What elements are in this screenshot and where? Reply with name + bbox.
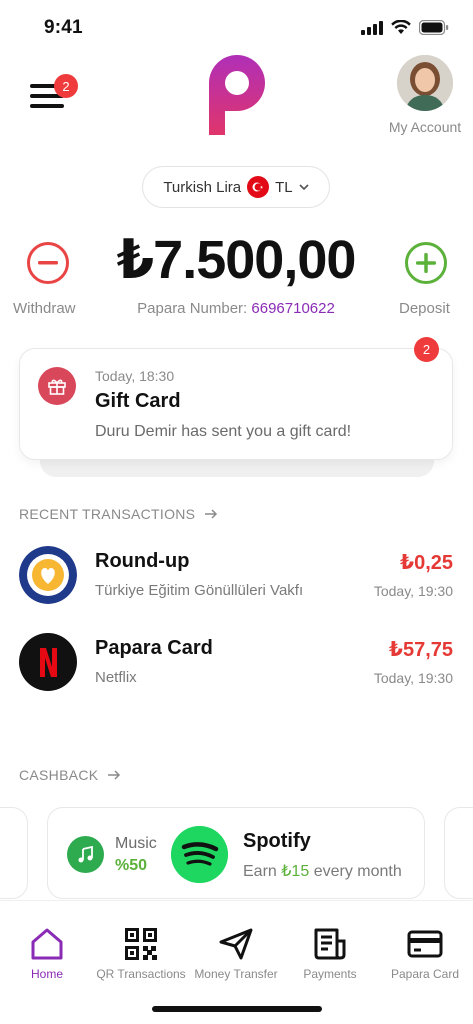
- currency-code: TL: [275, 178, 293, 196]
- tab-label: Home: [30, 967, 63, 981]
- menu-badge: 2: [54, 74, 78, 98]
- home-indicator: [152, 1006, 322, 1012]
- deposit-button[interactable]: [405, 242, 447, 284]
- recent-transactions-title: RECENT TRANSACTIONS: [19, 506, 196, 522]
- notification-message: Duru Demir has sent you a gift card!: [95, 423, 352, 440]
- qr-code-icon: [123, 926, 159, 962]
- status-icons: [361, 20, 449, 35]
- cashback-category: Music: [115, 835, 157, 852]
- transaction-row-round-up[interactable]: [0, 540, 473, 610]
- balance-amount: ₺7.500,00: [116, 230, 357, 290]
- withdraw-button[interactable]: [27, 242, 69, 284]
- music-note-icon: [67, 836, 104, 873]
- tab-label: Papara Card: [390, 967, 460, 981]
- plus-icon: [416, 253, 436, 273]
- cashback-card-prev[interactable]: [0, 807, 28, 899]
- cashback-offer: Earn ₺15 every month: [243, 863, 402, 880]
- currency-selector[interactable]: Turkish Lira TL: [142, 166, 330, 208]
- tab-home[interactable]: Home: [0, 926, 94, 981]
- receipt-icon: [312, 926, 348, 962]
- battery-icon: [419, 20, 449, 35]
- withdraw-label[interactable]: Withdraw: [13, 300, 76, 317]
- notification-badge: 2: [414, 337, 439, 362]
- status-time: 9:41: [44, 17, 83, 38]
- avatar[interactable]: [397, 55, 453, 111]
- profile-photo: [397, 55, 453, 111]
- deposit-label[interactable]: Deposit: [399, 300, 450, 317]
- arrow-right-icon: [108, 770, 121, 780]
- cashback-card-next[interactable]: [444, 807, 473, 899]
- arrow-right-icon: [205, 509, 218, 519]
- turkey-flag-icon: [247, 176, 270, 198]
- tab-payments[interactable]: Payments: [283, 926, 377, 981]
- tab-papara-card[interactable]: Papara Card: [378, 926, 472, 981]
- send-icon: [218, 926, 254, 962]
- papara-number: Papara Number: 6696710622: [100, 300, 372, 317]
- cashback-merchant: Spotify: [243, 830, 311, 852]
- my-account-label[interactable]: My Account: [380, 119, 470, 135]
- tab-label: QR Transactions: [96, 967, 186, 981]
- gift-card-notification[interactable]: [19, 348, 453, 460]
- cashback-header[interactable]: CASHBACK: [19, 767, 121, 783]
- notification-title: Gift Card: [95, 390, 181, 412]
- tab-label: Money Transfer: [194, 967, 278, 981]
- home-icon: [29, 926, 65, 962]
- minus-icon: [38, 261, 58, 265]
- notification-time: Today, 18:30: [95, 368, 175, 384]
- tab-qr-transactions[interactable]: QR Transactions: [94, 926, 188, 981]
- tab-money-transfer[interactable]: Money Transfer: [189, 926, 283, 981]
- menu-button[interactable]: 2: [28, 74, 78, 114]
- currency-name: Turkish Lira: [163, 178, 242, 196]
- transaction-row-papara-card[interactable]: [0, 627, 473, 697]
- chevron-down-icon: [299, 183, 309, 190]
- recent-transactions-header[interactable]: RECENT TRANSACTIONS: [19, 506, 218, 522]
- card-icon: [407, 926, 443, 962]
- papara-logo: [209, 55, 265, 135]
- cashback-percent: %50: [115, 857, 148, 874]
- signal-icon: [361, 20, 383, 35]
- wifi-icon: [391, 20, 411, 34]
- tab-label: Payments: [303, 967, 357, 981]
- gift-icon: [38, 367, 76, 405]
- spotify-logo-icon: [171, 826, 228, 883]
- papara-number-label: Papara Number:: [137, 300, 248, 317]
- papara-number-value[interactable]: 6696710622: [251, 300, 334, 317]
- cashback-title: CASHBACK: [19, 767, 99, 783]
